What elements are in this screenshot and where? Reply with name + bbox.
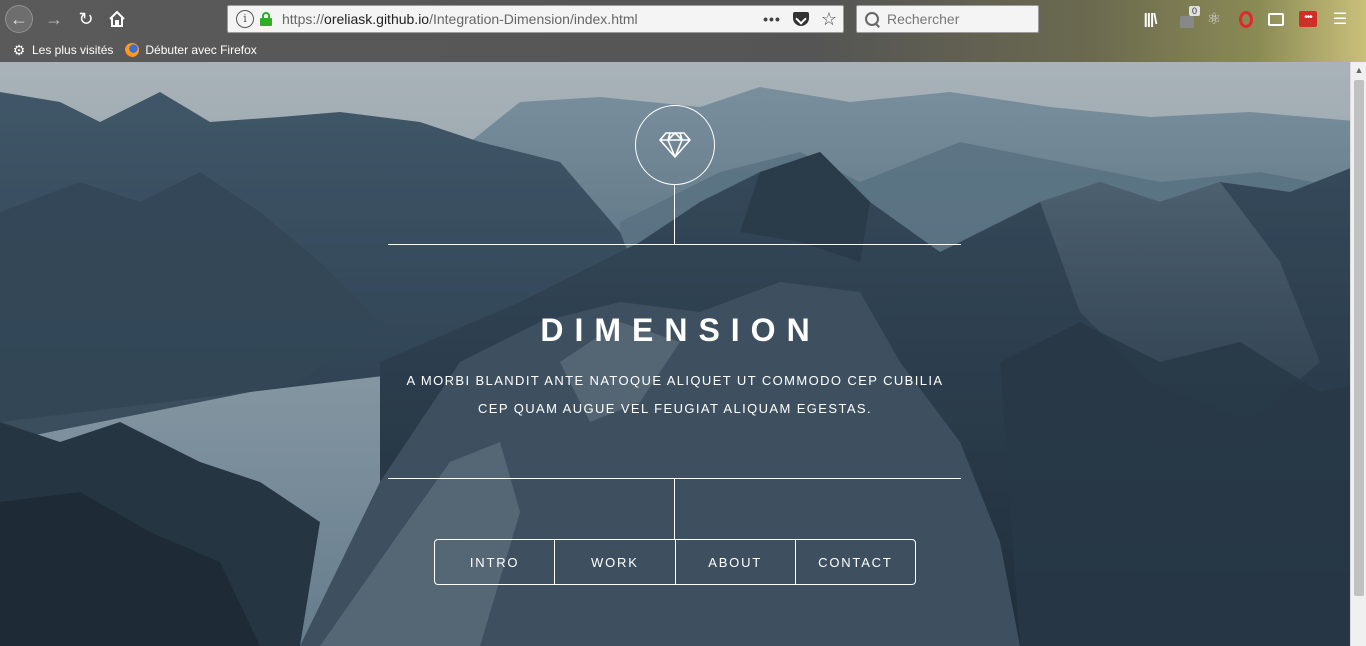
browser-toolbar: ← → ↻ i https://oreliask.github.io/Integ… bbox=[0, 0, 1366, 38]
bookmark-getting-started[interactable]: Débuter avec Firefox bbox=[125, 43, 257, 57]
search-icon bbox=[865, 12, 879, 26]
home-icon bbox=[109, 10, 125, 27]
sidebar-icon[interactable] bbox=[1266, 9, 1286, 29]
vertical-scrollbar[interactable]: ▲ bbox=[1350, 62, 1366, 646]
scrollbar-thumb[interactable] bbox=[1354, 80, 1364, 596]
connector-line-bottom bbox=[674, 478, 675, 539]
bookmarks-toolbar: ⚙ Les plus visités Débuter avec Firefox bbox=[0, 38, 1366, 62]
logo bbox=[635, 105, 715, 185]
lock-icon[interactable] bbox=[260, 12, 272, 26]
firefox-icon bbox=[125, 43, 140, 57]
reload-icon: ↻ bbox=[78, 8, 94, 29]
nav-work[interactable]: WORK bbox=[554, 540, 674, 584]
url-path: /Integration-Dimension/index.html bbox=[429, 11, 638, 27]
divider-top bbox=[388, 244, 961, 245]
info-icon[interactable]: i bbox=[236, 10, 254, 28]
browser-chrome: ← → ↻ i https://oreliask.github.io/Integ… bbox=[0, 0, 1366, 62]
lastpass-icon[interactable]: ••• bbox=[1298, 9, 1318, 29]
subtitle-line-1: A MORBI BLANDIT ANTE NATOQUE ALIQUET UT … bbox=[406, 373, 944, 388]
page-subtitle: A MORBI BLANDIT ANTE NATOQUE ALIQUET UT … bbox=[400, 367, 950, 423]
home-button[interactable] bbox=[103, 5, 131, 33]
back-button[interactable]: ← bbox=[5, 5, 33, 33]
forward-arrow-icon: → bbox=[45, 8, 63, 29]
url-text[interactable]: https://oreliask.github.io/Integration-D… bbox=[282, 11, 638, 27]
bookmark-label: Débuter avec Firefox bbox=[145, 43, 257, 57]
main-nav: INTRO WORK ABOUT CONTACT bbox=[434, 539, 916, 585]
forward-button[interactable]: → bbox=[40, 5, 68, 33]
page-actions-icon[interactable]: ••• bbox=[763, 11, 781, 27]
search-placeholder: Rechercher bbox=[887, 11, 960, 27]
url-host: oreliask.github.io bbox=[324, 11, 430, 27]
nav-about[interactable]: ABOUT bbox=[674, 540, 795, 584]
reload-button[interactable]: ↻ bbox=[72, 5, 100, 33]
address-bar[interactable]: i https://oreliask.github.io/Integration… bbox=[227, 5, 844, 33]
scroll-up-icon[interactable]: ▲ bbox=[1351, 62, 1366, 78]
bookmark-most-visited[interactable]: ⚙ Les plus visités bbox=[12, 42, 114, 58]
back-arrow-icon: ← bbox=[10, 8, 28, 29]
pocket-icon[interactable] bbox=[792, 12, 809, 26]
nav-intro[interactable]: INTRO bbox=[435, 540, 554, 584]
diamond-icon bbox=[659, 132, 691, 158]
opera-icon[interactable] bbox=[1236, 9, 1256, 29]
page-title: DIMENSION bbox=[540, 312, 821, 348]
page-viewport: DIMENSION A MORBI BLANDIT ANTE NATOQUE A… bbox=[0, 62, 1366, 646]
bookmark-star-icon[interactable]: ☆ bbox=[821, 9, 837, 30]
counter-badge: 0 bbox=[1188, 6, 1200, 16]
react-devtools-icon[interactable]: ⚛ bbox=[1204, 9, 1224, 29]
search-bar[interactable]: Rechercher bbox=[856, 5, 1039, 33]
extension-counter-button[interactable]: 0 bbox=[1176, 6, 1200, 29]
bookmark-label: Les plus visités bbox=[32, 43, 114, 57]
hamburger-menu-icon[interactable]: ☰ bbox=[1330, 9, 1350, 29]
subtitle-line-2: CEP QUAM AUGUE VEL FEUGIAT ALIQUAM EGEST… bbox=[478, 401, 872, 416]
connector-line-top bbox=[674, 185, 675, 244]
nav-contact[interactable]: CONTACT bbox=[794, 540, 915, 584]
gear-icon: ⚙ bbox=[12, 42, 26, 58]
counter-icon bbox=[1180, 16, 1194, 28]
url-scheme: https:// bbox=[282, 11, 325, 27]
library-icon[interactable]: |||\ bbox=[1140, 9, 1160, 29]
